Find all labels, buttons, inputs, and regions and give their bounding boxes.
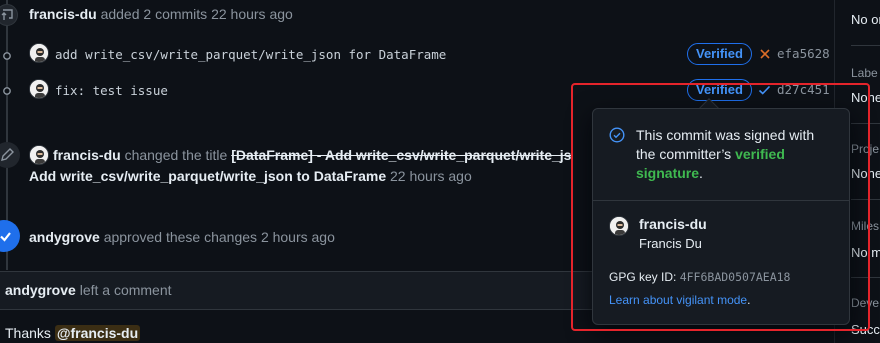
sidebar-divider xyxy=(851,277,880,278)
git-commit-icon xyxy=(1,49,13,67)
repo-push-icon xyxy=(0,4,18,26)
popover-message-period: . xyxy=(699,165,703,181)
commits-event-text: francis-du added 2 commits 22 hours ago xyxy=(29,6,293,22)
approval-text: andygrove approved these changes 2 hours… xyxy=(29,229,335,245)
pencil-icon xyxy=(0,142,20,168)
title-change-time[interactable]: 22 hours ago xyxy=(390,168,472,184)
title-change-action: changed the title xyxy=(124,147,228,163)
sidebar-heading-development[interactable]: Deve xyxy=(851,296,879,310)
verified-badge[interactable]: Verified xyxy=(687,43,752,65)
new-title: Add write_csv/write_parquet/write_json t… xyxy=(29,168,387,184)
popover-divider xyxy=(593,200,849,201)
comment-author[interactable]: andygrove xyxy=(5,282,76,298)
verified-icon xyxy=(609,127,625,148)
commit-message-link[interactable]: fix: test issue xyxy=(55,83,168,98)
commits-event-action: added 2 commits xyxy=(100,6,208,22)
approval-time[interactable]: 2 hours ago xyxy=(261,229,335,245)
commits-event-author[interactable]: francis-du xyxy=(29,6,97,22)
learn-vigilant-mode-link[interactable]: Learn about vigilant mode xyxy=(609,293,747,307)
verified-badge[interactable]: Verified xyxy=(687,79,752,101)
title-change-author[interactable]: francis-du xyxy=(53,147,121,163)
learn-period: . xyxy=(747,293,751,307)
comment-header-text: andygrove left a comment xyxy=(5,282,172,298)
avatar[interactable] xyxy=(609,216,629,236)
sidebar-value-reviewers: No or xyxy=(851,12,880,27)
verified-signature-popover: This commit was signed with the committe… xyxy=(592,108,850,325)
sidebar-divider xyxy=(851,123,880,124)
commit-message-link[interactable]: add write_csv/write_parquet/write_json f… xyxy=(55,47,446,62)
popover-message: This commit was signed with the committe… xyxy=(636,126,836,183)
x-icon[interactable] xyxy=(759,47,771,65)
avatar[interactable] xyxy=(29,43,49,63)
avatar[interactable] xyxy=(29,145,49,165)
comment-body-text: Thanks xyxy=(5,325,51,341)
comment-action: left a comment xyxy=(79,282,172,298)
sidebar-value-labels: None xyxy=(851,90,880,105)
sidebar-heading-milestone[interactable]: Miles xyxy=(851,219,879,233)
sidebar-heading-labels[interactable]: Labe xyxy=(851,66,878,80)
sidebar-divider xyxy=(851,199,880,200)
learn-line: Learn about vigilant mode. xyxy=(609,293,750,307)
sidebar-value-projects: None xyxy=(851,166,880,181)
popover-message-text: This commit was signed with the committe… xyxy=(636,127,815,162)
title-change-line: francis-du changed the title [DataFrame]… xyxy=(53,147,593,163)
sidebar-heading-projects[interactable]: Proje xyxy=(851,142,879,156)
old-title: [DataFrame] - Add write_csv/write_parque… xyxy=(231,147,572,163)
signer-name: Francis Du xyxy=(639,236,702,251)
gpg-key-label: GPG key ID: xyxy=(609,270,677,284)
new-title-line: Add write_csv/write_parquet/write_json t… xyxy=(29,168,472,184)
approval-author[interactable]: andygrove xyxy=(29,229,100,245)
commits-event-time[interactable]: 22 hours ago xyxy=(211,6,293,22)
user-mention-link[interactable]: @francis-du xyxy=(54,325,141,341)
gpg-key-id: 4FF6BAD0507AEA18 xyxy=(679,270,791,284)
signer-login-link[interactable]: francis-du xyxy=(639,216,707,232)
sidebar-value-milestone: No m xyxy=(851,245,880,260)
avatar[interactable] xyxy=(29,79,49,99)
check-circle-fill-icon xyxy=(0,220,20,252)
commit-sha-link[interactable]: d27c451 xyxy=(777,82,830,97)
gpg-key-line: GPG key ID: 4FF6BAD0507AEA18 xyxy=(609,270,790,284)
check-icon[interactable] xyxy=(758,83,771,101)
sidebar-value-development: Succ xyxy=(851,322,880,337)
commit-sha-link[interactable]: efa5628 xyxy=(777,46,830,61)
comment-body: Thanks @francis-du xyxy=(5,325,141,341)
git-commit-icon xyxy=(1,84,13,102)
approval-action: approved these changes xyxy=(103,229,258,245)
sidebar-divider xyxy=(851,45,880,46)
